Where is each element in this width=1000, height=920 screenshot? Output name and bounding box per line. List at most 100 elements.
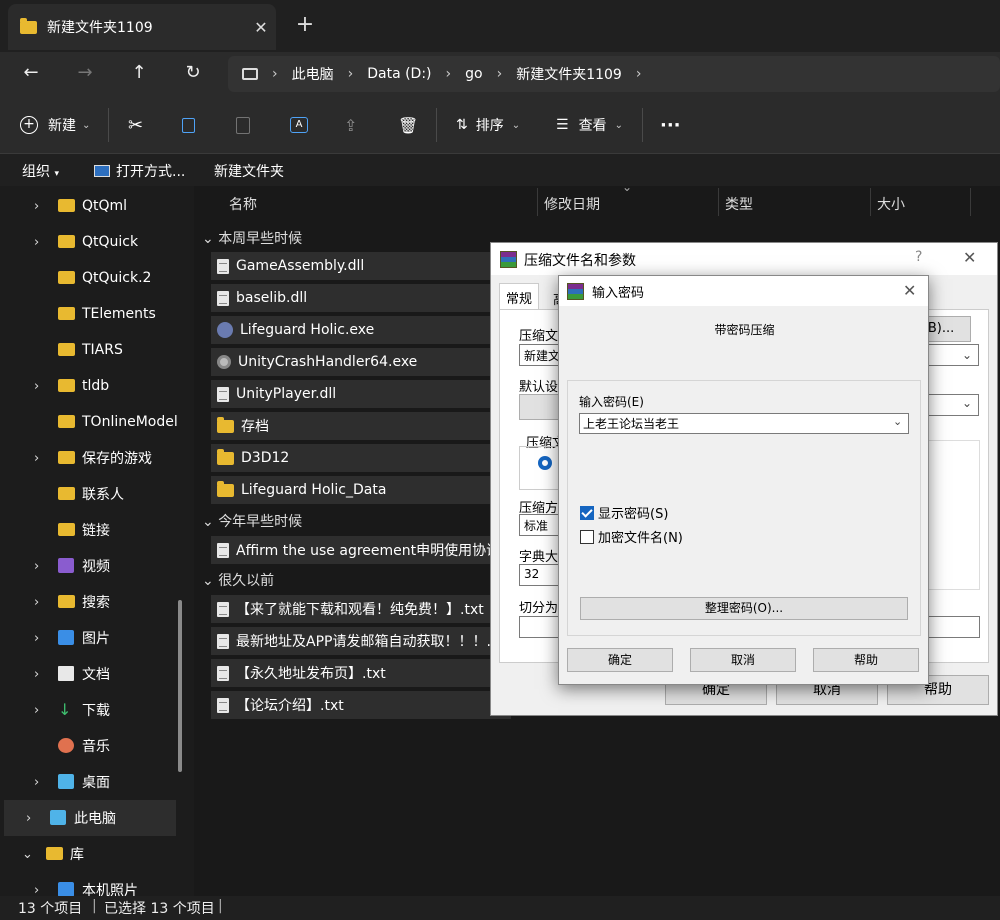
forward-button[interactable]: →: [68, 58, 102, 88]
sidebar-item[interactable]: › 视频: [0, 548, 172, 584]
breadcrumb-drive[interactable]: Data (D:): [367, 66, 431, 82]
password-field[interactable]: [920, 616, 980, 638]
rename-icon[interactable]: A: [290, 110, 308, 140]
organize-passwords-button[interactable]: 整理密码(O)...: [580, 597, 908, 620]
file-row[interactable]: D3D12: [211, 444, 511, 472]
group-this-year[interactable]: ⌄ 今年早些时候: [202, 511, 302, 531]
file-row[interactable]: 【永久地址发布页】.txt: [211, 659, 511, 687]
tab-current-folder[interactable]: 新建文件夹1109 ✕: [8, 4, 276, 50]
chevron-icon[interactable]: ›: [34, 235, 39, 250]
group-this-week[interactable]: ⌄ 本周早些时候: [202, 228, 302, 248]
file-row[interactable]: GameAssembly.dll: [211, 252, 511, 280]
ok-button[interactable]: 确定: [567, 648, 673, 672]
more-options-icon[interactable]: ···: [660, 110, 681, 140]
sidebar-item[interactable]: TOnlineModel: [0, 404, 178, 440]
refresh-button[interactable]: ↻: [176, 58, 210, 88]
column-modified[interactable]: 修改日期: [544, 194, 600, 214]
chevron-down-icon[interactable]: ⌄: [893, 415, 902, 428]
sidebar-item[interactable]: TElements: [0, 296, 172, 332]
open-with-button[interactable]: 打开方式...: [94, 161, 185, 181]
file-name: 【永久地址发布页】.txt: [236, 666, 386, 682]
chevron-icon[interactable]: ›: [34, 703, 39, 718]
file-row[interactable]: Lifeguard Holic.exe: [211, 316, 511, 344]
file-row[interactable]: UnityPlayer.dll: [211, 380, 511, 408]
organize-menu[interactable]: 组织 ▾: [22, 161, 59, 181]
file-row[interactable]: 存档: [211, 412, 511, 440]
file-row[interactable]: 【来了就能下载和观看！纯免费！】.txt: [211, 595, 511, 623]
copy-icon[interactable]: [182, 110, 195, 140]
sidebar-item[interactable]: › QtQuick: [0, 224, 172, 260]
sidebar-item[interactable]: ⌄ 库: [0, 836, 172, 872]
chevron-icon[interactable]: ›: [34, 775, 39, 790]
tab-general[interactable]: 常规: [499, 283, 539, 309]
help-button[interactable]: 帮助: [813, 648, 919, 672]
chevron-right-icon[interactable]: ›: [636, 66, 642, 82]
sort-button[interactable]: ⇅ 排序 ⌄: [456, 110, 520, 140]
close-icon[interactable]: ✕: [903, 281, 916, 300]
chevron-icon[interactable]: ›: [34, 631, 39, 646]
sidebar-item[interactable]: › 保存的游戏: [0, 440, 172, 476]
encrypt-names-checkbox[interactable]: 加密文件名(N): [580, 527, 683, 546]
chevron-icon[interactable]: ›: [34, 559, 39, 574]
file-row[interactable]: 最新地址及APP请发邮箱自动获取！！！.txt: [211, 627, 511, 655]
folder-icon: [217, 448, 234, 465]
file-row[interactable]: UnityCrashHandler64.exe: [211, 348, 511, 376]
breadcrumb-go[interactable]: go: [465, 66, 482, 82]
show-password-label: 显示密码(S): [598, 507, 669, 522]
sidebar-item[interactable]: 音乐: [0, 728, 172, 764]
chevron-icon[interactable]: ›: [34, 667, 39, 682]
sidebar-scrollbar[interactable]: [178, 600, 182, 772]
breadcrumb-current[interactable]: 新建文件夹1109: [516, 64, 622, 84]
group-long-ago[interactable]: ⌄ 很久以前: [202, 570, 274, 590]
chevron-icon[interactable]: ›: [34, 379, 39, 394]
new-folder-button[interactable]: 新建文件夹: [214, 161, 284, 181]
delete-icon[interactable]: 🗑: [398, 110, 418, 140]
sidebar-item[interactable]: › 文档: [0, 656, 172, 692]
column-size[interactable]: 大小: [877, 194, 905, 214]
sidebar-item[interactable]: › tldb: [0, 368, 172, 404]
chevron-down-icon[interactable]: ⌄: [962, 348, 972, 362]
close-icon[interactable]: ✕: [963, 248, 976, 267]
chevron-icon[interactable]: ›: [34, 451, 39, 466]
sidebar-item[interactable]: 链接: [0, 512, 172, 548]
back-button[interactable]: ←: [14, 58, 48, 88]
chevron-icon[interactable]: ›: [26, 811, 31, 826]
chevron-icon[interactable]: ›: [34, 595, 39, 610]
sidebar-item[interactable]: › 搜索: [0, 584, 172, 620]
sidebar-item[interactable]: › QtQml: [0, 188, 172, 224]
share-icon[interactable]: ⇪: [344, 110, 357, 140]
show-password-checkbox[interactable]: 显示密码(S): [580, 503, 668, 522]
sidebar-item[interactable]: › 桌面: [0, 764, 172, 800]
new-tab-button[interactable]: +: [290, 10, 320, 40]
file-row[interactable]: Affirm the use agreement申明使用协议.txt: [211, 536, 511, 564]
file-row[interactable]: 【论坛介绍】.txt: [211, 691, 511, 719]
sidebar-item[interactable]: › 此电脑: [4, 800, 176, 836]
sidebar-item[interactable]: › 本机照片: [0, 872, 172, 896]
chevron-icon[interactable]: ⌄: [22, 847, 33, 862]
cut-icon[interactable]: ✂: [128, 110, 143, 140]
column-name[interactable]: 名称: [229, 194, 257, 214]
file-row[interactable]: Lifeguard Holic_Data: [211, 476, 511, 504]
chevron-icon[interactable]: ›: [34, 199, 39, 214]
sidebar-item[interactable]: QtQuick.2: [0, 260, 172, 296]
sidebar-item-label: QtQuick: [82, 234, 139, 250]
paste-icon[interactable]: [236, 110, 250, 140]
sidebar-item[interactable]: 联系人: [0, 476, 172, 512]
folder-icon: [58, 343, 75, 356]
up-button[interactable]: ↑: [122, 58, 156, 88]
cancel-button[interactable]: 取消: [690, 648, 796, 672]
new-button[interactable]: + 新建 ⌄: [20, 110, 90, 140]
sidebar-item[interactable]: › 图片: [0, 620, 172, 656]
column-type[interactable]: 类型: [725, 194, 753, 214]
format-radio[interactable]: [538, 456, 552, 470]
file-row[interactable]: baselib.dll: [211, 284, 511, 312]
breadcrumb-this-pc[interactable]: 此电脑: [292, 64, 334, 84]
address-bar[interactable]: › 此电脑 › Data (D:) › go › 新建文件夹1109 ›: [228, 56, 1000, 92]
view-button[interactable]: ☰ 查看 ⌄: [556, 110, 623, 140]
sidebar-item[interactable]: TIARS: [0, 332, 172, 368]
help-icon[interactable]: ?: [915, 249, 922, 265]
chevron-icon[interactable]: ›: [34, 883, 39, 897]
password-input[interactable]: 上老王论坛当老王: [579, 413, 909, 434]
sidebar-item[interactable]: › ↓ 下载: [0, 692, 172, 728]
close-tab-icon[interactable]: ✕: [246, 18, 276, 37]
